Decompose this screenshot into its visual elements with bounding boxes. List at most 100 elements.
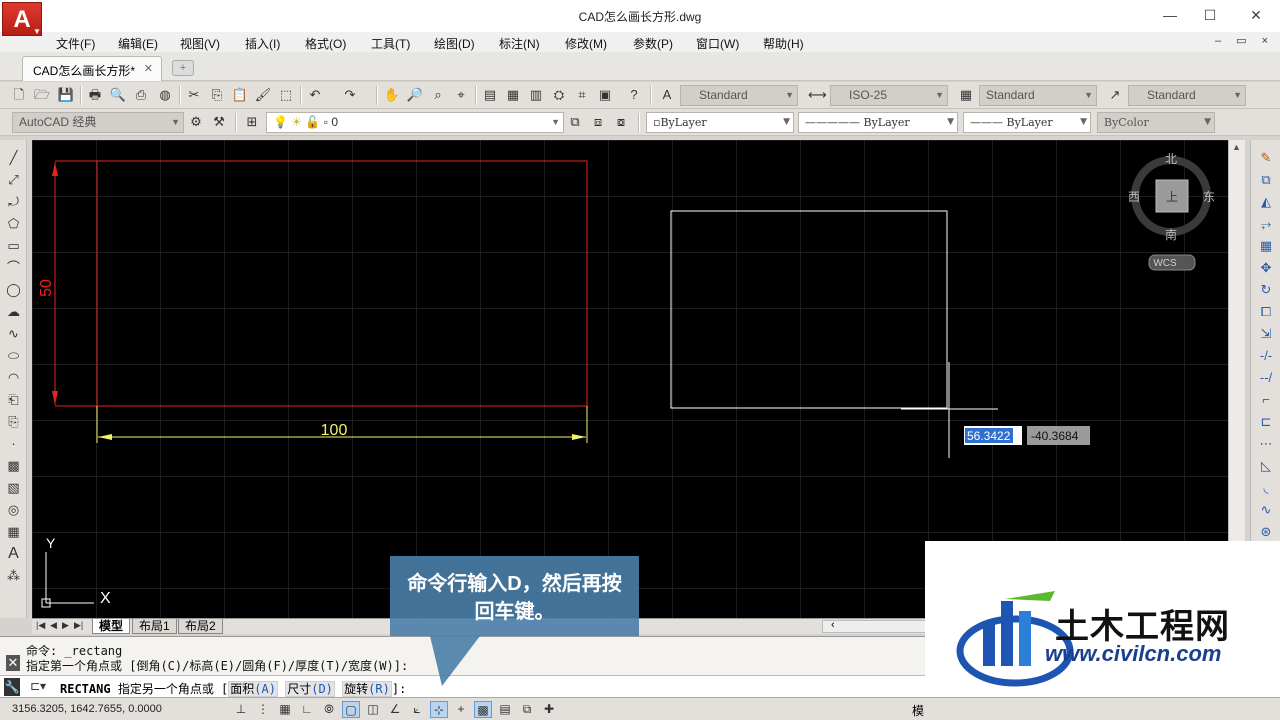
multileader-style-icon[interactable]: ↗ xyxy=(1106,86,1124,104)
table-style-select[interactable]: Standard ▼ xyxy=(979,85,1097,106)
zoom-previous-icon[interactable]: ⌖ xyxy=(452,86,470,104)
text-style-icon[interactable]: A xyxy=(658,86,676,104)
file-tab[interactable]: CAD怎么画长方形* ✕ xyxy=(22,56,162,81)
lineweight-icon[interactable]: + xyxy=(452,701,470,718)
tab-model[interactable]: 模型 xyxy=(92,619,131,634)
join-icon[interactable]: ⋯ xyxy=(1256,434,1276,454)
make-current-layer-icon[interactable]: ⧉ xyxy=(566,113,584,131)
snap-mode-icon[interactable]: ⋮ xyxy=(254,701,272,718)
tool-palettes-icon[interactable]: ▥ xyxy=(527,86,545,104)
revision-cloud-icon[interactable]: ☁ xyxy=(4,302,23,321)
layer-select[interactable]: 💡 ☀ 🔓 ▫ 0 ▼ xyxy=(266,112,564,133)
grid-display-icon[interactable]: ▦ xyxy=(276,701,294,718)
menu-dimension[interactable]: 标注(N) xyxy=(499,35,540,52)
properties-icon[interactable]: ▤ xyxy=(481,86,499,104)
close-icon[interactable]: ✕ xyxy=(144,62,153,75)
menu-insert[interactable]: 插入(I) xyxy=(245,35,280,52)
table-style-icon[interactable]: ▦ xyxy=(957,86,975,104)
extend-icon[interactable]: --/ xyxy=(1256,368,1276,388)
ellipse-arc-icon[interactable]: ◠ xyxy=(4,368,23,387)
scroll-up-icon[interactable]: ▲ xyxy=(1232,142,1241,152)
chamfer-icon[interactable]: ◺ xyxy=(1256,456,1276,476)
last-layout-icon[interactable]: ▶| xyxy=(74,620,83,631)
close-icon[interactable]: ✕ xyxy=(6,655,20,671)
viewcube-west[interactable]: 西 xyxy=(1128,190,1140,204)
blend-curves-icon[interactable]: ∿ xyxy=(1256,500,1276,520)
match-properties-icon[interactable]: 🖌 xyxy=(254,86,272,104)
wrench-icon[interactable]: 🔧 xyxy=(4,678,20,696)
menu-window[interactable]: 窗口(W) xyxy=(696,35,739,52)
design-center-icon[interactable]: ▦ xyxy=(504,86,522,104)
workspace-save-icon[interactable]: ⚒ xyxy=(210,113,228,131)
linetype-control-select[interactable]: ————— ByLayer ▼ xyxy=(798,112,958,133)
markup-icon[interactable]: ⌗ xyxy=(573,86,591,104)
minimize-button[interactable]: — xyxy=(1150,4,1190,26)
scale-icon[interactable]: ⧠ xyxy=(1256,302,1276,322)
close-button[interactable]: ✕ xyxy=(1236,4,1276,26)
rotate-icon[interactable]: ↻ xyxy=(1256,280,1276,300)
break-at-point-icon[interactable]: ⌐ xyxy=(1256,390,1276,410)
transparency-icon[interactable]: ▩ xyxy=(474,701,492,718)
pan-icon[interactable]: ✋ xyxy=(383,86,401,104)
3d-dwf-icon[interactable]: ◍ xyxy=(156,86,174,104)
line-icon[interactable]: ╱ xyxy=(4,148,23,167)
viewcube-south[interactable]: 南 xyxy=(1165,227,1177,242)
save-icon[interactable]: 💾 xyxy=(57,86,75,104)
redo-icon[interactable]: ↷ xyxy=(341,86,359,104)
workspace-select[interactable]: AutoCAD 经典 ▼ xyxy=(12,112,184,133)
viewcube-north[interactable]: 北 xyxy=(1165,152,1177,166)
quick-properties-icon[interactable]: ▤ xyxy=(496,701,514,718)
array-icon[interactable]: ▦ xyxy=(1256,236,1276,256)
copy-icon[interactable]: ⎘ xyxy=(208,86,226,104)
rectangle-red[interactable] xyxy=(96,160,588,407)
layer-properties-icon[interactable]: ⊞ xyxy=(243,113,261,131)
option-area[interactable]: 面积(A) xyxy=(228,681,278,697)
table-icon[interactable]: ▦ xyxy=(4,522,23,541)
document-window-controls[interactable]: – ▭ × xyxy=(1215,34,1274,47)
object-snap-tracking-icon[interactable]: ∠ xyxy=(386,701,404,718)
point-icon[interactable]: · xyxy=(4,434,23,453)
lineweight-control-select[interactable]: ——— ByLayer ▼ xyxy=(963,112,1091,133)
plotstyle-control-select[interactable]: ByColor ▼ xyxy=(1097,112,1215,133)
offset-icon[interactable]: ⥅ xyxy=(1256,214,1276,234)
new-file-icon[interactable]: 🗋 xyxy=(10,86,28,104)
explode-icon[interactable]: ⊛ xyxy=(1256,522,1276,542)
print-preview-icon[interactable]: 🔍 xyxy=(109,86,127,104)
calculator-icon[interactable]: ▣ xyxy=(596,86,614,104)
construction-line-icon[interactable]: ⤢ xyxy=(4,170,23,189)
previous-layout-icon[interactable]: ◀ xyxy=(50,620,57,631)
application-menu-button[interactable]: A ▼ xyxy=(2,2,42,36)
print-icon[interactable]: 🖶 xyxy=(86,86,104,104)
first-layout-icon[interactable]: |◀ xyxy=(36,620,45,631)
make-block-icon[interactable]: ⎘ xyxy=(4,412,23,431)
color-control-select[interactable]: ▫ByLayer ▼ xyxy=(646,112,794,133)
rectangle-icon[interactable]: ▭ xyxy=(4,236,23,255)
menu-help[interactable]: 帮助(H) xyxy=(763,35,804,52)
dynamic-ucs-icon[interactable]: ⟀ xyxy=(408,701,426,718)
workspace-settings-icon[interactable]: ⚙ xyxy=(187,113,205,131)
stretch-icon[interactable]: ⇲ xyxy=(1256,324,1276,344)
menu-edit[interactable]: 编辑(E) xyxy=(118,35,158,52)
next-layout-icon[interactable]: ▶ xyxy=(62,620,69,631)
ellipse-icon[interactable]: ⬭ xyxy=(4,346,23,365)
zoom-realtime-icon[interactable]: 🔎 xyxy=(406,86,424,104)
coordinate-readout[interactable]: 3156.3205, 1642.7655, 0.0000 xyxy=(12,703,162,715)
polygon-icon[interactable]: ⬠ xyxy=(4,214,23,233)
selection-cycling-icon[interactable]: ⧉ xyxy=(518,701,536,718)
layer-previous-icon[interactable]: ⧈ xyxy=(589,113,607,131)
tab-layout1[interactable]: 布局1 xyxy=(132,619,177,634)
zoom-window-icon[interactable]: ⌕ xyxy=(429,86,447,104)
maximize-button[interactable]: ☐ xyxy=(1190,4,1230,26)
block-editor-icon[interactable]: ⬚ xyxy=(277,86,295,104)
spline-icon[interactable]: ∿ xyxy=(4,324,23,343)
circle-icon[interactable]: ◯ xyxy=(4,280,23,299)
arc-icon[interactable]: ⌒ xyxy=(4,258,23,277)
menu-parametric[interactable]: 参数(P) xyxy=(633,35,673,52)
menu-modify[interactable]: 修改(M) xyxy=(565,35,607,52)
3d-object-snap-icon[interactable]: ◫ xyxy=(364,701,382,718)
add-selected-icon[interactable]: ⁂ xyxy=(4,566,23,585)
option-rotation[interactable]: 旋转(R) xyxy=(342,681,392,697)
object-snap-icon[interactable]: ▢ xyxy=(342,701,360,718)
menu-format[interactable]: 格式(O) xyxy=(305,35,346,52)
multileader-style-select[interactable]: Standard ▼ xyxy=(1128,85,1246,106)
